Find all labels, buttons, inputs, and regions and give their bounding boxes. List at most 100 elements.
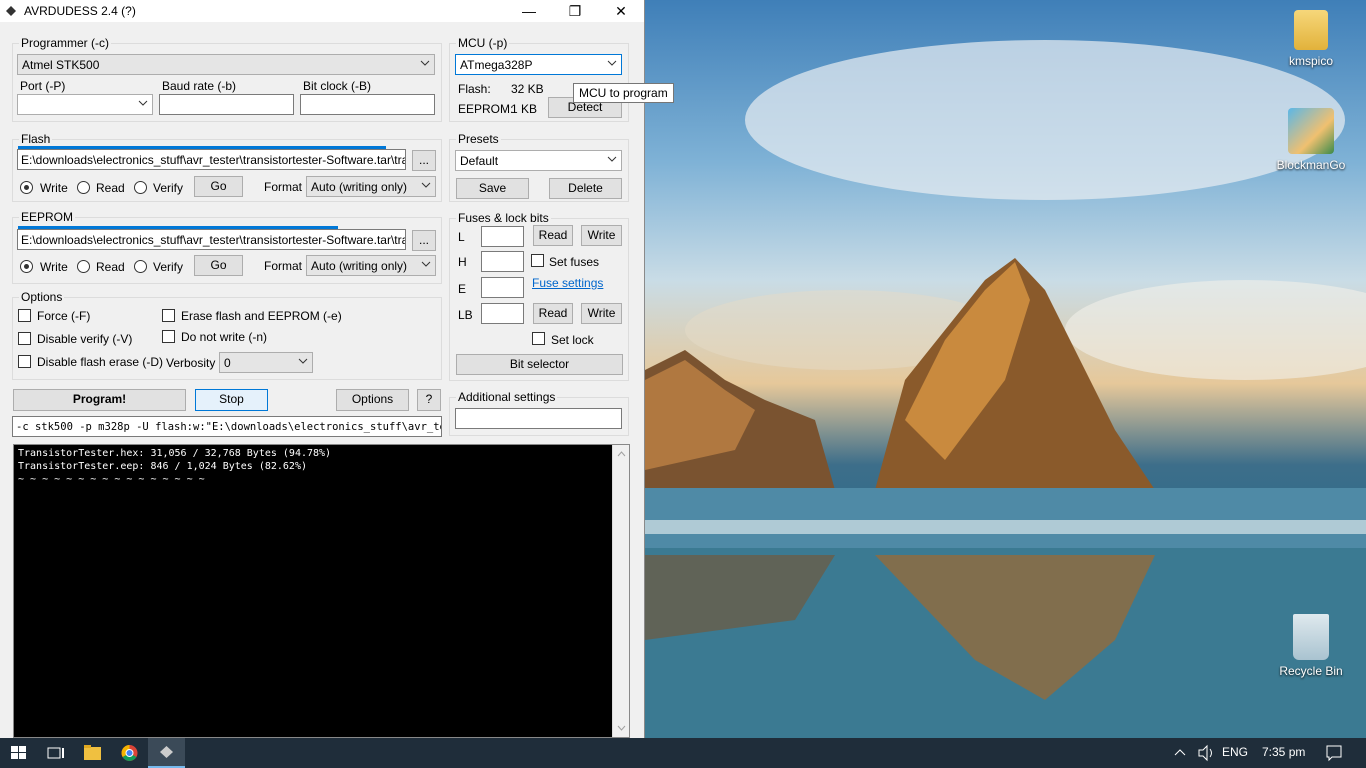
taskbar-avrdudess[interactable] [148,738,185,768]
flash-read-label: Read [96,181,125,195]
lock-write-button[interactable]: Write [581,303,622,324]
chevron-up-icon[interactable] [1172,738,1188,768]
help-button[interactable]: ? [417,389,441,411]
fuse-settings-link[interactable]: Fuse settings [532,276,603,290]
close-button[interactable]: ✕ [598,0,644,22]
chevron-down-icon [298,358,308,364]
volume-icon[interactable] [1196,738,1216,768]
mcu-select[interactable]: ATmega328P [455,54,622,75]
flash-file-input[interactable]: E:\downloads\electronics_stuff\avr_teste… [17,149,406,170]
verbosity-value: 0 [224,356,231,370]
fuse-lb-label: LB [458,308,473,322]
notifications-icon[interactable] [1324,738,1344,768]
port-select[interactable] [17,94,153,115]
presets-legend: Presets [458,132,499,146]
eeprom-write-radio[interactable] [20,260,33,273]
additional-settings-input[interactable] [455,408,622,429]
taskbar-chrome[interactable] [111,738,148,768]
eeprom-file-input[interactable]: E:\downloads\electronics_stuff\avr_teste… [17,229,406,250]
mcu-legend: MCU (-p) [458,36,508,50]
command-line-preview[interactable]: -c stk500 -p m328p -U flash:w:"E:\downlo… [12,416,442,437]
fuse-l-input[interactable] [481,226,524,247]
desktop-icon-label: BlockmanGo [1276,158,1346,172]
console-scrollbar[interactable] [612,445,629,737]
mcu-value: ATmega328P [460,58,533,72]
console-line: TransistorTester.eep: 846 / 1,024 Bytes … [18,461,307,472]
clock[interactable]: 7:35 pm [1262,745,1305,759]
desktop-icon-recycle-bin[interactable]: Recycle Bin [1271,614,1351,678]
preset-delete-button[interactable]: Delete [549,178,622,199]
lock-read-button[interactable]: Read [533,303,573,324]
do-not-write-checkbox[interactable] [162,330,175,343]
disable-flash-erase-label: Disable flash erase (-D) [37,355,164,369]
eeprom-browse-button[interactable]: ... [412,230,436,251]
app-icon [6,6,16,16]
flash-verify-radio[interactable] [134,181,147,194]
set-fuses-checkbox[interactable] [531,254,544,267]
flash-go-button[interactable]: Go [194,176,243,197]
desktop-wallpaper: kmspico BlockmanGo Recycle Bin [645,0,1366,738]
fuses-legend: Fuses & lock bits [458,211,549,225]
fuse-write-button[interactable]: Write [581,225,622,246]
eeprom-write-label: Write [40,260,68,274]
desktop-icon-blockmango[interactable]: BlockmanGo [1271,108,1351,172]
scroll-up-icon[interactable] [613,447,630,461]
force-checkbox[interactable] [18,309,31,322]
flash-write-radio[interactable] [20,181,33,194]
additional-settings-legend: Additional settings [458,390,556,404]
eeprom-size-value: 1 KB [511,102,538,116]
flash-read-radio[interactable] [77,181,90,194]
program-button[interactable]: Program! [13,389,186,411]
desktop-icon-kmspico[interactable]: kmspico [1271,10,1351,68]
set-fuses-label: Set fuses [549,255,600,269]
minimize-button[interactable]: — [506,0,552,22]
fuse-l-label: L [458,230,465,244]
window-title: AVRDUDESS 2.4 (?) [24,4,136,18]
desktop-icon-label: kmspico [1288,54,1333,68]
chevron-down-icon [421,261,431,267]
fuse-read-button[interactable]: Read [533,225,573,246]
fuse-h-input[interactable] [481,251,524,272]
bit-selector-button[interactable]: Bit selector [456,354,623,375]
eeprom-read-radio[interactable] [77,260,90,273]
eeprom-format-select[interactable]: Auto (writing only) [306,255,436,276]
flash-format-select[interactable]: Auto (writing only) [306,176,436,197]
bit-clock-input[interactable] [300,94,435,115]
erase-label: Erase flash and EEPROM (-e) [181,309,342,323]
verbosity-select[interactable]: 0 [219,352,313,373]
presets-select[interactable]: Default [455,150,622,171]
maximize-button[interactable]: ❐ [552,0,598,22]
wallpaper-image [645,40,1366,738]
eeprom-format-label: Format [264,259,303,273]
programmer-select[interactable]: Atmel STK500 [17,54,435,75]
fuse-lb-input[interactable] [481,303,524,324]
taskbar-file-explorer[interactable] [74,738,111,768]
set-lock-checkbox[interactable] [532,332,545,345]
options-button[interactable]: Options [336,389,409,411]
eeprom-format-value: Auto (writing only) [311,259,408,273]
fuse-e-input[interactable] [481,277,524,298]
stop-button[interactable]: Stop [195,389,268,411]
chevron-down-icon [607,156,617,162]
task-view-button[interactable] [37,738,74,768]
eeprom-verify-radio[interactable] [134,260,147,273]
erase-checkbox[interactable] [162,309,175,322]
eeprom-go-button[interactable]: Go [194,255,243,276]
task-view-icon [47,747,64,759]
bitclock-label: Bit clock (-B) [303,79,372,93]
blockmango-app-icon [1288,108,1334,154]
start-button[interactable] [0,738,37,768]
chevron-down-icon [607,60,617,66]
language-indicator[interactable]: ENG [1222,745,1248,759]
title-bar[interactable]: AVRDUDESS 2.4 (?) — ❐ ✕ [0,0,644,22]
disable-flash-erase-checkbox[interactable] [18,355,31,368]
disable-verify-checkbox[interactable] [18,332,31,345]
baud-rate-input[interactable] [159,94,294,115]
console-output[interactable]: TransistorTester.hex: 31,056 / 32,768 By… [13,444,630,738]
scroll-down-icon[interactable] [613,721,630,735]
set-lock-label: Set lock [551,333,594,347]
preset-save-button[interactable]: Save [456,178,529,199]
console-line: TransistorTester.hex: 31,056 / 32,768 By… [18,448,332,459]
flash-browse-button[interactable]: ... [412,150,436,171]
disable-verify-label: Disable verify (-V) [37,332,133,346]
